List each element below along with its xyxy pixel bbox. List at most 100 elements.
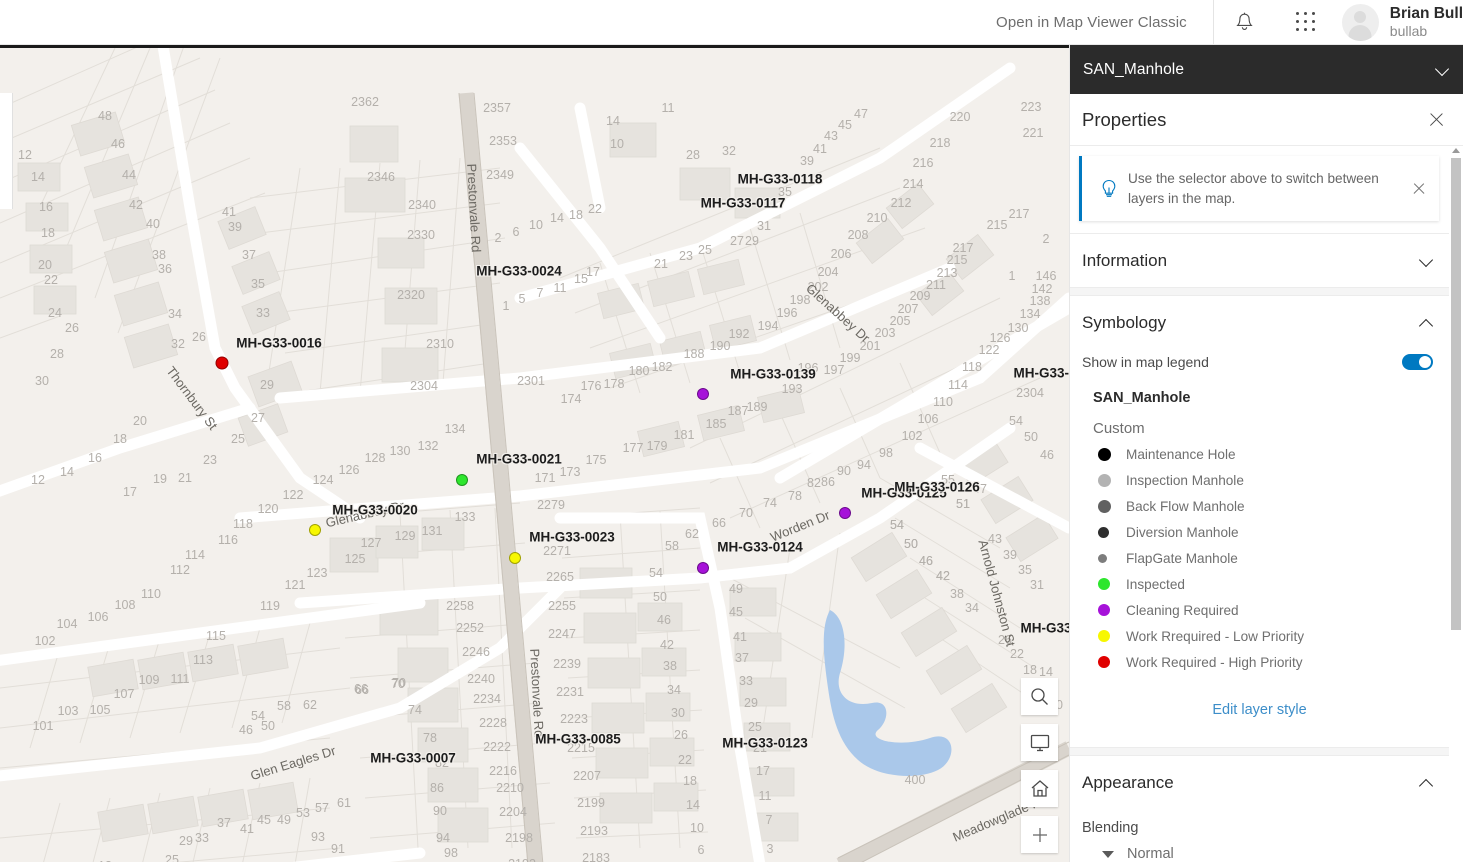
- address-number-label: 2246: [462, 645, 490, 659]
- home-icon: [1030, 779, 1050, 798]
- address-number-label: 2231: [556, 685, 584, 699]
- address-number-label: 15: [574, 272, 588, 286]
- avatar-icon: [1341, 3, 1379, 41]
- address-number-label: 130: [389, 444, 411, 458]
- scroll-up-arrow-icon[interactable]: [1452, 148, 1460, 153]
- legend-symbol-icon: [1098, 604, 1126, 617]
- address-number-label: 18: [113, 432, 127, 446]
- address-number-label: 93: [311, 830, 325, 844]
- address-number-label: 2304: [410, 379, 438, 393]
- address-number-label: 2204: [499, 805, 527, 819]
- manhole-label: MH-G33-0024: [476, 263, 562, 279]
- address-number-label: 58: [665, 539, 679, 553]
- display-button[interactable]: [1021, 724, 1058, 761]
- address-number-label: 57: [315, 801, 329, 815]
- legend-list: Maintenance Hole Inspection Manhole Back F…: [1082, 441, 1437, 675]
- section-divider: [1070, 287, 1449, 297]
- address-number-label: 14: [1039, 665, 1053, 679]
- address-number-label: 46: [657, 613, 671, 627]
- address-number-label: 32: [722, 144, 736, 158]
- home-button[interactable]: [1021, 770, 1058, 807]
- manhole-marker[interactable]: [509, 552, 521, 564]
- manhole-marker[interactable]: [697, 388, 709, 400]
- show-in-map-legend-toggle[interactable]: [1402, 354, 1433, 371]
- show-in-map-legend-label: Show in map legend: [1082, 354, 1209, 371]
- notice-text: Use the selector above to switch between…: [1128, 171, 1379, 206]
- layer-selector[interactable]: SAN_Manhole: [1070, 45, 1463, 94]
- address-number-label: 113: [193, 653, 213, 667]
- address-number-label: 32: [171, 337, 185, 351]
- address-number-label: 2234: [473, 692, 501, 706]
- address-number-label: 2240: [467, 672, 495, 686]
- zoom-in-button[interactable]: [1021, 816, 1058, 853]
- caret-down-icon: [1102, 850, 1114, 858]
- address-number-label: 18: [1023, 663, 1037, 677]
- address-number-label: 2362: [351, 95, 379, 109]
- manhole-label: MH-G33-0007: [370, 750, 456, 766]
- address-number-label: 49: [277, 813, 291, 827]
- address-number-label: 66: [354, 682, 368, 696]
- manhole-marker[interactable]: [456, 474, 468, 486]
- address-number-label: 127: [360, 536, 382, 550]
- open-in-map-viewer-classic-link[interactable]: Open in Map Viewer Classic: [996, 14, 1213, 31]
- section-symbology[interactable]: Symbology: [1070, 296, 1449, 350]
- address-number-label: 43: [824, 129, 838, 143]
- manhole-marker[interactable]: [839, 507, 851, 519]
- address-number-label: 111: [170, 672, 190, 686]
- legend-symbol-icon: [1098, 447, 1126, 461]
- manhole-marker[interactable]: [215, 356, 229, 370]
- address-number-label: 2192: [508, 857, 536, 862]
- address-number-label: 2320: [397, 288, 425, 302]
- address-number-label: 193: [781, 382, 803, 396]
- address-number-label: 54: [649, 566, 663, 580]
- address-number-label: 104: [56, 617, 78, 631]
- address-number-label: 39: [228, 220, 242, 234]
- address-number-label: 34: [168, 307, 182, 321]
- address-number-label: 171: [534, 471, 556, 485]
- notifications-button[interactable]: [1214, 0, 1276, 44]
- blend-mode-select[interactable]: Normal: [1082, 846, 1437, 862]
- address-number-label: 185: [705, 417, 727, 431]
- address-number-label: 62: [685, 527, 699, 541]
- manhole-marker[interactable]: [309, 524, 321, 536]
- address-number-label: 17: [586, 265, 600, 279]
- address-number-label: 215: [986, 218, 1008, 232]
- user-fullname: Brian Bull: [1389, 4, 1463, 22]
- legend-group-label: Custom: [1093, 420, 1145, 438]
- address-number-label: 220: [949, 110, 971, 124]
- symbology-body: Show in map legend SAN_Manhole Custom Ma…: [1070, 350, 1449, 747]
- panel-scrollbar[interactable]: [1449, 146, 1463, 862]
- address-number-label: 26: [65, 321, 79, 335]
- address-number-label: 2228: [479, 716, 507, 730]
- address-number-label: 22: [1010, 647, 1024, 661]
- address-number-label: 94: [436, 831, 450, 845]
- address-number-label: 2193: [580, 824, 608, 838]
- section-appearance[interactable]: Appearance: [1070, 756, 1449, 810]
- collapsed-left-panel-sliver[interactable]: [0, 93, 13, 209]
- address-number-label: 6: [512, 225, 520, 239]
- edit-layer-style-link[interactable]: Edit layer style: [1212, 702, 1306, 718]
- selector-hint-notice: Use the selector above to switch between…: [1079, 156, 1439, 222]
- scrollbar-thumb[interactable]: [1451, 158, 1461, 630]
- search-button[interactable]: [1021, 678, 1058, 715]
- address-number-label: 17: [123, 485, 137, 499]
- address-number-label: 21: [654, 257, 668, 271]
- manhole-marker[interactable]: [697, 562, 709, 574]
- manhole-label: MH-G33-0124: [717, 539, 803, 555]
- address-number-label: 2279: [537, 498, 565, 512]
- address-number-label: 10: [610, 137, 624, 151]
- address-number-label: 74: [408, 703, 422, 717]
- legend-symbol-icon: [1098, 656, 1126, 669]
- address-number-label: 133: [454, 510, 476, 524]
- address-number-label: 50: [1024, 430, 1038, 444]
- address-number-label: 41: [222, 205, 236, 219]
- close-icon[interactable]: [1411, 181, 1427, 197]
- legend-item: Inspected: [1098, 571, 1437, 597]
- section-information[interactable]: Information: [1070, 233, 1449, 287]
- user-account-menu[interactable]: Brian Bull bullab: [1341, 3, 1463, 41]
- close-icon[interactable]: [1427, 110, 1447, 130]
- address-number-label: 49: [729, 582, 743, 596]
- app-launcher-button[interactable]: [1276, 0, 1338, 44]
- map-canvas[interactable]: MH-G33-0016 MH-G33-0139 MH-G33-0021 MH-G33-…: [0, 45, 1069, 862]
- address-number-label: 124: [312, 473, 334, 487]
